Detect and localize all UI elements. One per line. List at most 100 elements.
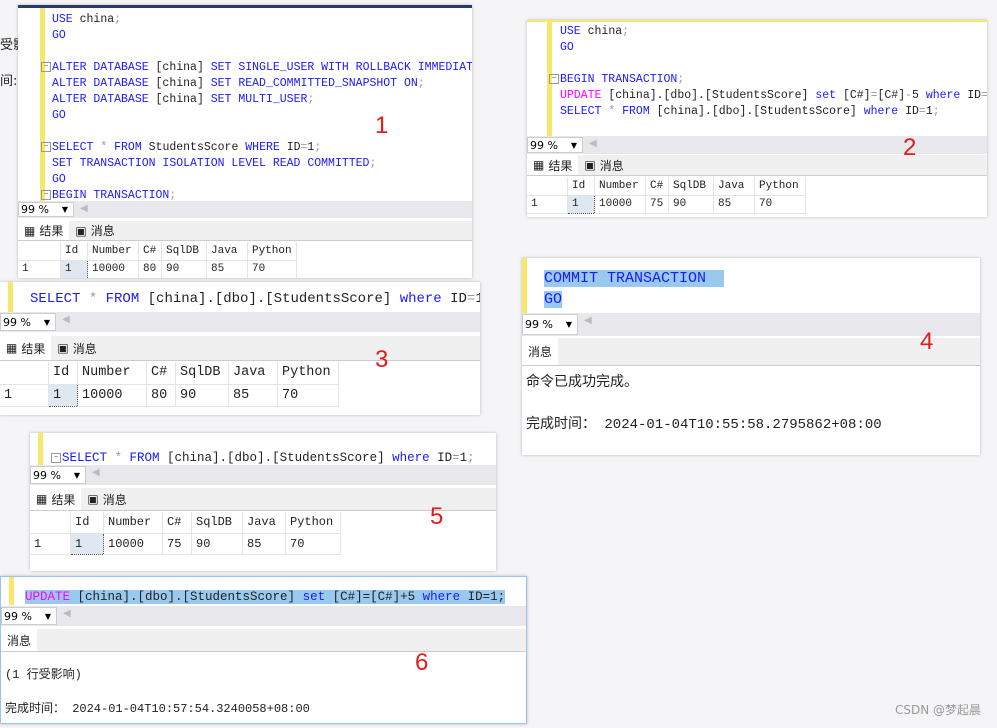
column-header[interactable]: Java <box>242 512 286 534</box>
column-header[interactable]: Python <box>285 512 341 534</box>
grid-cell[interactable]: 75 <box>162 533 192 555</box>
collapse-icon[interactable]: − <box>51 452 61 463</box>
tab-messages[interactable]: ▣ 消息 <box>51 336 102 360</box>
grid-cell[interactable]: 1 <box>48 383 78 407</box>
query-editor[interactable]: UPDATE [china].[dbo].[StudentsScore] set… <box>1 577 526 605</box>
results-grid[interactable]: Id Number C# SqlDB Java Python 1 1 10000 75 90 85 70 <box>30 512 341 555</box>
tab-messages[interactable]: ▣ 消息 <box>69 221 120 240</box>
sql-code[interactable]: UPDATE [china].[dbo].[StudentsScore] set… <box>25 589 506 605</box>
results-grid[interactable]: Id Number C# SqlDB Java Python 1 1 10000 80 90 85 70 <box>0 362 339 407</box>
zoom-dropdown[interactable]: 99 % ▼ <box>30 466 86 484</box>
scroll-left-icon[interactable]: ◀ <box>584 315 592 326</box>
zoom-dropdown[interactable]: 99 % ▼ <box>18 202 74 217</box>
results-grid[interactable]: Id Number C# SqlDB Java Python 1 1 10000 75 90 85 70 <box>527 177 806 214</box>
zoom-dropdown[interactable]: 99 % ▼ <box>527 137 583 153</box>
grid-cell[interactable]: 80 <box>138 260 162 278</box>
grid-cell[interactable]: 1 <box>70 532 104 555</box>
tab-results[interactable]: ▦ 结果 <box>527 155 579 175</box>
grid-cell[interactable]: 1 <box>18 260 61 278</box>
column-header[interactable]: SqlDB <box>175 362 229 385</box>
column-header[interactable]: Python <box>754 177 806 196</box>
sql-code[interactable]: USE china; GO − ALTER DATABASE [china] SET … <box>41 12 472 204</box>
column-header[interactable]: Java <box>228 362 278 385</box>
column-header[interactable]: Java <box>713 177 755 196</box>
column-header[interactable]: SqlDB <box>668 177 714 196</box>
column-header[interactable]: SqlDB <box>161 242 207 261</box>
sql-code[interactable]: COMMIT TRANSACTION GO <box>544 268 725 310</box>
column-header[interactable] <box>527 177 568 196</box>
column-header[interactable]: Number <box>77 362 147 385</box>
grid-cell[interactable]: 1 <box>567 194 595 214</box>
results-grid[interactable]: Id Number C# SqlDB Java Python 1 1 10000 80 90 85 70 <box>18 242 297 278</box>
column-header[interactable]: Python <box>277 362 339 385</box>
grid-cell[interactable]: 70 <box>754 195 806 214</box>
query-editor[interactable]: USE china; GO − ALTER DATABASE [china] SET … <box>18 8 472 204</box>
grid-cell[interactable]: 1 <box>30 533 71 555</box>
column-header[interactable]: Id <box>70 512 104 534</box>
grid-cell[interactable]: 90 <box>191 533 243 555</box>
scroll-left-icon[interactable]: ◀ <box>62 314 70 325</box>
column-header[interactable]: Python <box>247 242 297 261</box>
tab-results[interactable]: ▦ 结果 <box>0 336 52 360</box>
column-header[interactable]: C# <box>138 242 162 261</box>
collapse-icon[interactable]: − <box>41 61 51 72</box>
column-header[interactable] <box>18 242 61 261</box>
grid-cell[interactable]: 70 <box>285 533 341 555</box>
grid-cell[interactable]: 85 <box>206 260 248 278</box>
column-header[interactable]: Number <box>594 177 646 196</box>
column-header[interactable]: C# <box>146 362 176 385</box>
column-header[interactable] <box>0 362 49 385</box>
grid-cell[interactable]: 10000 <box>87 260 139 278</box>
grid-cell[interactable]: 85 <box>242 533 286 555</box>
grid-cell[interactable]: 85 <box>713 195 755 214</box>
grid-cell[interactable]: 70 <box>277 384 339 407</box>
tab-results[interactable]: ▦ 结果 <box>18 221 70 240</box>
column-header[interactable]: Id <box>567 177 595 196</box>
scroll-left-icon[interactable]: ◀ <box>63 608 71 619</box>
grid-cell[interactable]: 90 <box>161 260 207 278</box>
query-editor[interactable]: COMMIT TRANSACTION GO <box>522 258 980 313</box>
tab-messages[interactable]: ▣ 消息 <box>578 155 629 175</box>
tab-messages[interactable]: 消息 <box>522 338 559 365</box>
query-editor[interactable]: SELECT * FROM [china].[dbo].[StudentsSco… <box>0 282 480 312</box>
column-header[interactable]: Java <box>206 242 248 261</box>
sql-code[interactable]: USE china; GO − BEGIN TRANSACTION; UPDATE [c… <box>549 24 987 120</box>
sql-code[interactable]: SELECT * FROM [china].[dbo].[StudentsSco… <box>30 290 480 308</box>
tab-messages[interactable]: ▣ 消息 <box>81 488 132 510</box>
tab-messages[interactable]: 消息 <box>1 629 38 651</box>
column-header[interactable]: C# <box>162 512 192 534</box>
collapse-icon[interactable]: − <box>41 189 51 200</box>
grid-cell[interactable]: 10000 <box>103 533 163 555</box>
query-editor[interactable]: − SELECT * FROM [china].[dbo].[StudentsSc… <box>30 433 496 465</box>
scroll-left-icon[interactable]: ◀ <box>589 138 597 149</box>
grid-cell[interactable]: 1 <box>60 259 88 278</box>
grid-cell[interactable]: 1 <box>0 384 49 407</box>
grid-cell[interactable]: 80 <box>146 384 176 407</box>
zoom-dropdown[interactable]: 99 % ▼ <box>522 314 578 335</box>
query-editor[interactable]: USE china; GO − BEGIN TRANSACTION; UPDATE [c… <box>527 22 987 138</box>
sql-code[interactable]: − SELECT * FROM [china].[dbo].[StudentsSc… <box>51 450 475 466</box>
grid-cell[interactable]: 75 <box>645 195 669 214</box>
column-header[interactable]: Number <box>103 512 163 534</box>
collapse-icon[interactable]: − <box>41 141 51 152</box>
zoom-dropdown[interactable]: 99 % ▼ <box>1 607 57 625</box>
column-header[interactable]: Id <box>48 362 78 385</box>
grid-cell[interactable]: 90 <box>175 384 229 407</box>
grid-cell[interactable]: 1 <box>527 195 568 214</box>
collapse-icon[interactable]: − <box>549 73 559 84</box>
column-header[interactable]: SqlDB <box>191 512 243 534</box>
column-header[interactable]: Id <box>60 242 88 261</box>
grid-cell[interactable]: 85 <box>228 384 278 407</box>
scroll-left-icon[interactable]: ◀ <box>92 467 100 478</box>
grid-cell[interactable]: 10000 <box>77 384 147 407</box>
grid-cell[interactable]: 70 <box>247 260 297 278</box>
code-token: [china].[dbo].[StudentsScore] <box>77 590 303 604</box>
column-header[interactable]: C# <box>645 177 669 196</box>
tab-results[interactable]: ▦ 结果 <box>30 488 82 510</box>
column-header[interactable] <box>30 512 71 534</box>
grid-cell[interactable]: 10000 <box>594 195 646 214</box>
zoom-dropdown[interactable]: 99 % ▼ <box>0 313 56 331</box>
grid-cell[interactable]: 90 <box>668 195 714 214</box>
column-header[interactable]: Number <box>87 242 139 261</box>
scroll-left-icon[interactable]: ◀ <box>80 203 88 214</box>
